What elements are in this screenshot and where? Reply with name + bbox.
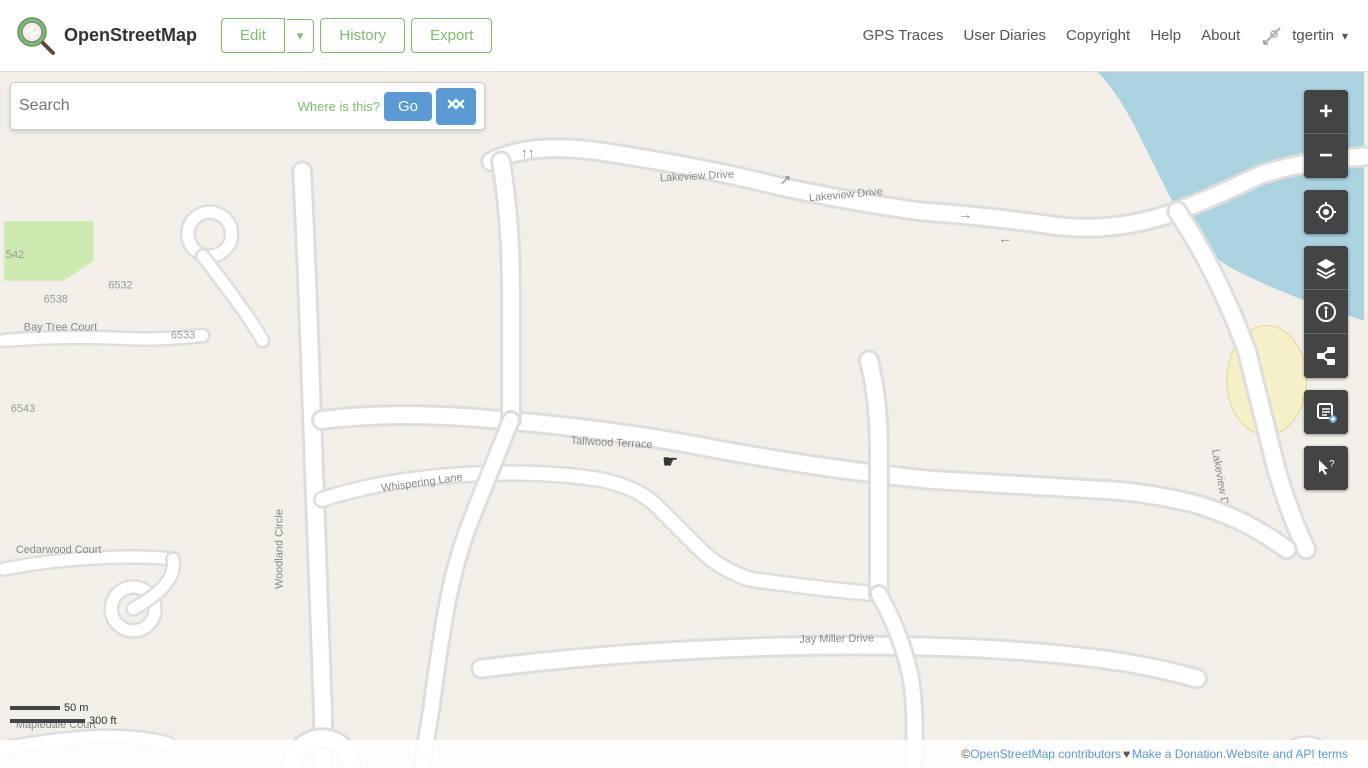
map-controls: + − bbox=[1304, 90, 1348, 490]
scale-metric: 50 m bbox=[10, 702, 117, 714]
osm-contributors-link[interactable]: OpenStreetMap contributors bbox=[970, 747, 1121, 761]
zoom-in-button[interactable]: + bbox=[1304, 90, 1348, 134]
user-area[interactable]: tgertin ▾ bbox=[1260, 24, 1348, 48]
directions-icon bbox=[446, 94, 466, 114]
about-link[interactable]: About bbox=[1201, 27, 1240, 44]
info-button[interactable] bbox=[1304, 290, 1348, 334]
share-icon bbox=[1315, 345, 1337, 367]
gps-traces-link[interactable]: GPS Traces bbox=[863, 27, 944, 44]
svg-text:Jay Miller Drive: Jay Miller Drive bbox=[799, 632, 874, 645]
api-terms-link[interactable]: Website and API terms bbox=[1226, 747, 1348, 761]
add-note-button[interactable] bbox=[1304, 390, 1348, 434]
header: OpenStreetMap Edit ▾ History Export GPS … bbox=[0, 0, 1368, 72]
locate-button[interactable] bbox=[1304, 190, 1348, 234]
svg-text:→: → bbox=[958, 206, 972, 222]
logo-text: OpenStreetMap bbox=[64, 25, 197, 46]
zoom-out-button[interactable]: − bbox=[1304, 134, 1348, 178]
copyright-link[interactable]: Copyright bbox=[1066, 27, 1130, 44]
footer: © OpenStreetMap contributors ♥ Make a Do… bbox=[0, 740, 1368, 768]
edit-button[interactable]: Edit bbox=[221, 18, 285, 53]
scale-line-imperial bbox=[10, 719, 85, 723]
layer-controls bbox=[1304, 246, 1348, 378]
layers-icon bbox=[1315, 257, 1337, 279]
map[interactable]: Lakeview Drive Lakeview Drive Lakeview D… bbox=[0, 72, 1368, 768]
searchbar: Where is this? Go bbox=[10, 82, 485, 130]
directions-button[interactable] bbox=[436, 88, 476, 125]
user-diaries-link[interactable]: User Diaries bbox=[963, 27, 1046, 44]
svg-text:6533: 6533 bbox=[171, 329, 195, 341]
scale-line-metric bbox=[10, 706, 60, 710]
right-nav: GPS Traces User Diaries Copyright Help A… bbox=[863, 24, 1368, 48]
edit-dropdown-button[interactable]: ▾ bbox=[287, 19, 315, 53]
locate-controls bbox=[1304, 190, 1348, 234]
history-button[interactable]: History bbox=[320, 18, 405, 53]
nav-buttons: Edit ▾ History Export bbox=[221, 18, 492, 53]
svg-text:↑↑: ↑↑ bbox=[521, 145, 535, 161]
footer-copyright-text: © bbox=[961, 747, 970, 761]
svg-text:Woodland Circle: Woodland Circle bbox=[273, 509, 285, 589]
info-icon bbox=[1315, 301, 1337, 323]
scale-metric-label: 50 m bbox=[64, 702, 88, 714]
scale-bar: 50 m 300 ft bbox=[10, 702, 117, 728]
scale-imperial-label: 300 ft bbox=[89, 715, 117, 727]
svg-text:6532: 6532 bbox=[108, 280, 132, 292]
logo-link[interactable]: OpenStreetMap bbox=[0, 16, 213, 56]
username-label: tgertin bbox=[1292, 27, 1334, 44]
layers-button[interactable] bbox=[1304, 246, 1348, 290]
share-button[interactable] bbox=[1304, 334, 1348, 378]
where-is-this-link[interactable]: Where is this? bbox=[298, 99, 380, 114]
scale: 50 m 300 ft bbox=[10, 702, 117, 728]
locate-icon bbox=[1315, 201, 1337, 223]
svg-text:6543: 6543 bbox=[11, 403, 35, 415]
svg-text:6538: 6538 bbox=[44, 294, 68, 306]
export-button[interactable]: Export bbox=[411, 18, 492, 53]
svg-text:Cedarwood Court: Cedarwood Court bbox=[16, 544, 102, 556]
donation-link[interactable]: Make a Donation. bbox=[1132, 747, 1226, 761]
svg-text:542: 542 bbox=[6, 249, 24, 261]
zoom-controls: + − bbox=[1304, 90, 1348, 178]
map-svg: Lakeview Drive Lakeview Drive Lakeview D… bbox=[0, 72, 1368, 768]
go-button[interactable]: Go bbox=[384, 92, 432, 121]
scale-imperial: 300 ft bbox=[10, 715, 117, 727]
search-input[interactable] bbox=[19, 97, 294, 115]
user-dropdown-arrow: ▾ bbox=[1342, 29, 1348, 43]
user-icon bbox=[1260, 24, 1284, 48]
footer-heart: ♥ bbox=[1123, 747, 1130, 761]
svg-text:?: ? bbox=[1329, 459, 1335, 470]
help-link[interactable]: Help bbox=[1150, 27, 1181, 44]
note-controls bbox=[1304, 390, 1348, 434]
svg-text:Bay Tree Court: Bay Tree Court bbox=[24, 322, 97, 334]
svg-text:☛: ☛ bbox=[662, 452, 678, 472]
osm-logo-icon bbox=[16, 16, 56, 56]
query-button[interactable]: ? bbox=[1304, 446, 1348, 490]
svg-text:↗: ↗ bbox=[779, 171, 791, 187]
query-controls: ? bbox=[1304, 446, 1348, 490]
query-icon: ? bbox=[1315, 457, 1337, 479]
svg-text:←: ← bbox=[998, 230, 1012, 246]
note-icon bbox=[1315, 401, 1337, 423]
